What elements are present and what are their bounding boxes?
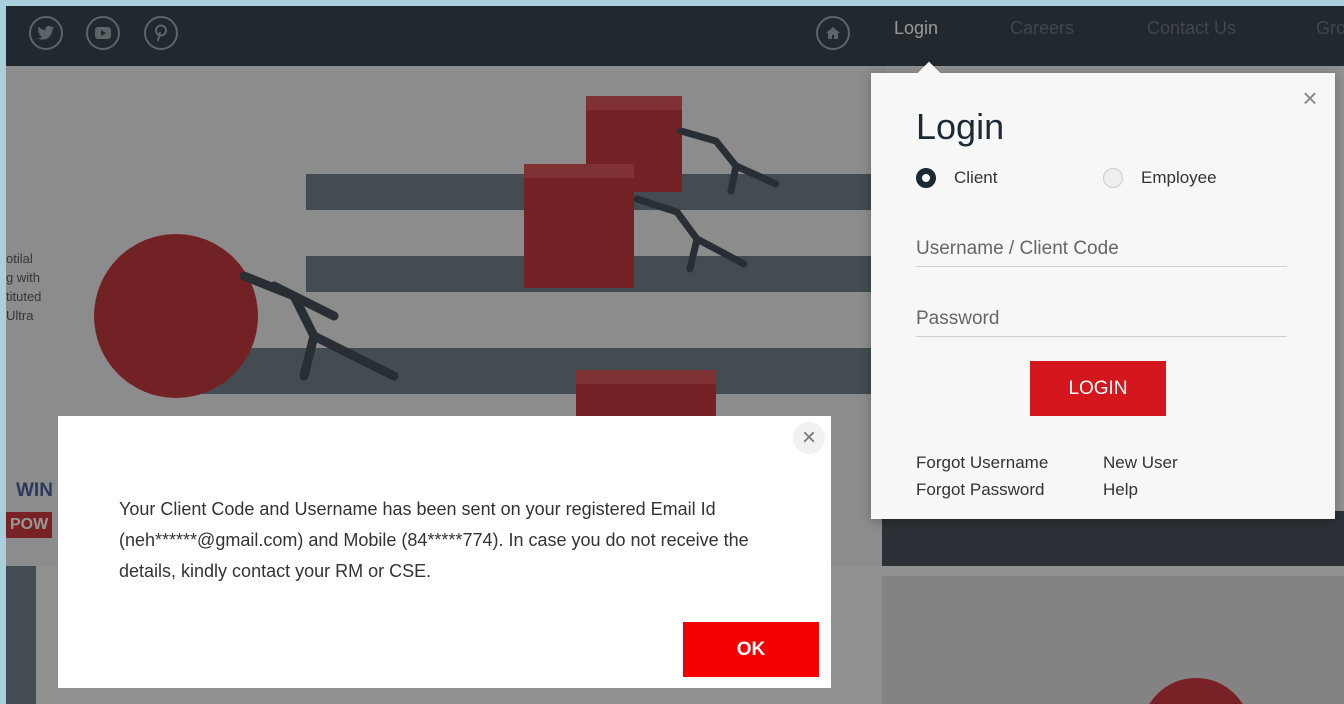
page: Login Careers Contact Us Gro otilal g wi… (6, 6, 1344, 704)
radio-employee-label: Employee (1141, 168, 1217, 187)
login-panel: × Login Client Employee LOGIN Forgot Use… (871, 61, 1335, 519)
login-button[interactable]: LOGIN (1030, 361, 1166, 416)
new-user-link[interactable]: New User (1103, 453, 1178, 473)
dialog-message: Your Client Code and Username has been s… (119, 499, 749, 581)
radio-employee[interactable]: Employee (1103, 168, 1217, 188)
close-icon[interactable]: × (793, 422, 825, 454)
radio-client[interactable]: Client (916, 168, 997, 188)
username-input[interactable] (916, 223, 1287, 267)
message-dialog: × Your Client Code and Username has been… (58, 416, 831, 688)
forgot-password-link[interactable]: Forgot Password (916, 480, 1045, 500)
close-icon[interactable]: × (1297, 85, 1323, 111)
radio-unselected-icon (1103, 168, 1123, 188)
ok-button[interactable]: OK (683, 622, 819, 677)
login-title: Login (916, 106, 1005, 147)
password-input[interactable] (916, 293, 1287, 337)
radio-selected-icon (916, 168, 936, 188)
help-link[interactable]: Help (1103, 480, 1138, 500)
forgot-username-link[interactable]: Forgot Username (916, 453, 1048, 473)
radio-client-label: Client (954, 168, 998, 187)
